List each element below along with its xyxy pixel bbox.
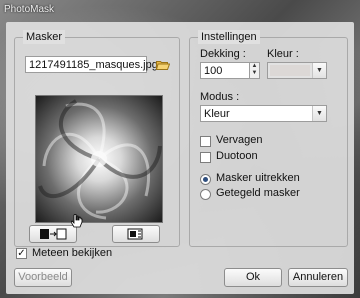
duotoon-label[interactable]: Duotoon <box>216 150 258 162</box>
getegeld-masker-label[interactable]: Getegeld masker <box>216 187 300 199</box>
meteen-bekijken-checkbox[interactable]: ✓ <box>16 248 27 259</box>
mask-transfer-icon <box>40 228 67 240</box>
hand-cursor-icon <box>71 214 83 228</box>
chevron-down-icon[interactable]: ▼ <box>312 106 326 121</box>
masker-uitrekken-label[interactable]: Masker uitrekken <box>216 172 300 184</box>
masker-group: Masker 1217491185_masques.jpg <box>14 30 180 247</box>
dekking-label: Dekking : <box>200 48 246 60</box>
voorbeeld-button[interactable]: Voorbeeld <box>14 268 72 287</box>
mask-filename-field[interactable]: 1217491185_masques.jpg <box>25 56 158 73</box>
settings-legend: Instellingen <box>198 30 260 44</box>
window-title: PhotoMask <box>4 4 55 15</box>
modus-label: Modus : <box>200 91 240 103</box>
stepper-down-icon[interactable]: ▼ <box>250 70 259 77</box>
folder-open-icon[interactable] <box>156 59 170 70</box>
save-mask-button[interactable] <box>112 225 160 243</box>
masker-uitrekken-radio[interactable] <box>200 174 211 185</box>
meteen-bekijken-label[interactable]: Meteen bekijken <box>32 247 112 259</box>
stepper-up-icon[interactable]: ▲ <box>250 63 259 70</box>
vervagen-checkbox[interactable] <box>200 136 211 147</box>
settings-group: Instellingen Dekking : 100 ▲ ▼ Kleur : ▼… <box>189 30 348 247</box>
chevron-down-icon[interactable]: ▼ <box>312 63 326 78</box>
kleur-label: Kleur : <box>267 48 299 60</box>
mask-preview-image <box>35 95 163 223</box>
vervagen-label[interactable]: Vervagen <box>216 134 262 146</box>
ok-button[interactable]: Ok <box>224 268 282 287</box>
kleur-color-picker[interactable]: ▼ <box>267 62 327 79</box>
modus-select[interactable]: Kleur ▼ <box>200 105 327 122</box>
save-mask-icon <box>127 228 143 240</box>
annuleren-button[interactable]: Annuleren <box>288 268 348 287</box>
masker-legend: Masker <box>23 30 66 44</box>
color-swatch <box>270 65 310 76</box>
getegeld-masker-radio[interactable] <box>200 189 211 200</box>
dekking-input[interactable]: 100 <box>200 62 250 79</box>
modus-value: Kleur <box>204 108 230 120</box>
dekking-stepper[interactable]: ▲ ▼ <box>249 62 260 79</box>
duotoon-checkbox[interactable] <box>200 152 211 163</box>
photomask-dialog: Masker 1217491185_masques.jpg Instelling… <box>6 22 354 294</box>
mask-transfer-button[interactable] <box>29 225 77 243</box>
title-bar[interactable]: PhotoMask <box>0 0 360 22</box>
